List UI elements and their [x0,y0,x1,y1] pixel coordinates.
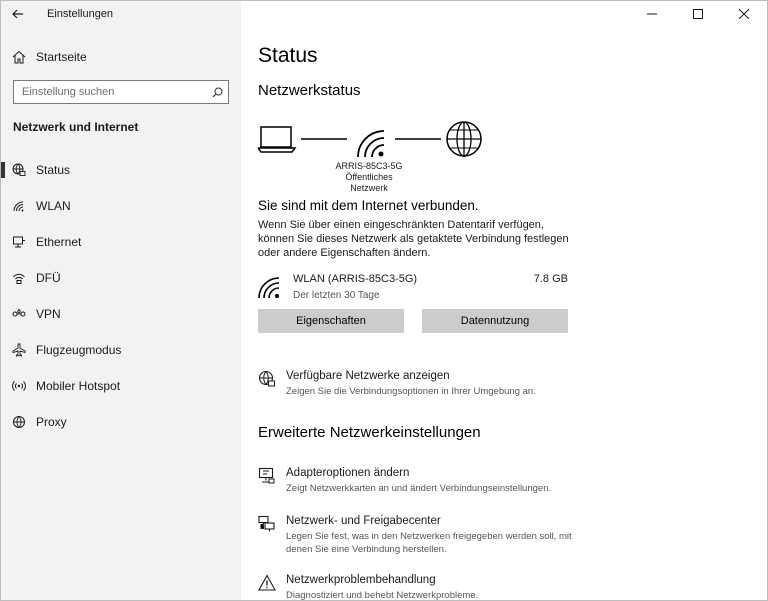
properties-button[interactable]: Eigenschaften [258,309,404,333]
settings-search [13,80,229,104]
sidebar: Einstellungen Startseite Netzwerk und In… [1,1,241,600]
internet-globe-icon [446,121,482,157]
sidebar-item-hotspot[interactable]: Mobiler Hotspot [1,368,241,404]
sidebar-item-label: Flugzeugmodus [36,343,122,357]
minimize-button[interactable] [629,1,675,27]
home-icon [12,50,36,64]
troubleshooter-title: Netzwerkproblembehandlung [286,574,436,586]
adapter-options-subtitle: Zeigt Netzwerkkarten an und ändert Verbi… [286,483,552,494]
network-status-heading: Netzwerkstatus [258,82,361,99]
hotspot-icon [12,379,36,393]
wifi-signal-icon [258,277,280,299]
minimize-icon [647,13,657,15]
close-icon [739,9,749,19]
sharing-center-link[interactable]: Netzwerk- und Freigabecenter Legen Sie f… [258,515,598,559]
sidebar-item-label: DFÜ [36,271,61,285]
network-info: ARRIS-85C3-5G Öffentliches Netzwerk [329,161,409,194]
sidebar-item-label: Status [36,163,71,177]
usage-period: Der letzten 30 Tage [293,290,380,301]
available-networks-subtitle: Zeigen Sie die Verbindungsoptionen in Ih… [286,386,536,397]
sharing-center-title: Netzwerk- und Freigabecenter [286,515,441,527]
globe-lan-icon [258,370,275,387]
available-networks-link[interactable]: Verfügbare Netzwerke anzeigen Zeigen Sie… [258,370,598,400]
wifi-router-icon [357,130,385,158]
troubleshooter-subtitle: Diagnostiziert und behebt Netzwerkproble… [286,590,479,601]
network-type: Öffentliches Netzwerk [345,172,393,193]
home-label: Startseite [36,50,87,64]
page-title: Status [258,44,318,67]
sidebar-item-label: Proxy [36,415,67,429]
adapter-options-title: Adapteroptionen ändern [286,467,410,479]
airplane-icon [12,343,36,357]
sidebar-item-wlan[interactable]: WLAN [1,188,241,224]
sharing-center-subtitle: Legen Sie fest, was in den Netzwerken fr… [286,531,572,555]
sidebar-item-label: Mobiler Hotspot [36,379,121,393]
search-icon [212,87,222,97]
home-link[interactable]: Startseite [1,45,241,69]
globe-network-icon [12,163,36,177]
available-networks-title: Verfügbare Netzwerke anzeigen [286,370,450,382]
warning-icon [258,574,276,591]
sidebar-item-dialup[interactable]: DFÜ [1,260,241,296]
vpn-icon [12,307,36,321]
window-controls [629,1,767,27]
data-usage-button[interactable]: Datennutzung [422,309,568,333]
back-button[interactable] [1,1,35,27]
settings-window: Einstellungen Startseite Netzwerk und In… [0,0,768,601]
data-usage-value: 7.8 GB [533,273,568,285]
app-title: Einstellungen [47,8,114,20]
network-adapter-icon [258,467,275,484]
connection-description: Wenn Sie über einen eingeschränkten Date… [258,219,569,259]
sharing-center-icon [258,515,275,532]
maximize-button[interactable] [675,1,721,27]
search-button[interactable] [206,81,228,103]
advanced-settings-heading: Erweiterte Netzwerkeinstellungen [258,424,481,441]
main-content: Status Netzwerkstatus ARRIS-85C3-5G Öffe… [242,27,767,601]
ethernet-icon [12,235,36,249]
sidebar-item-ethernet[interactable]: Ethernet [1,224,241,260]
section-title: Netzwerk und Internet [13,120,139,134]
laptop-icon [258,126,297,153]
connection-name: WLAN (ARRIS-85C3-5G) [293,273,418,285]
wifi-icon [12,199,36,213]
sidebar-item-proxy[interactable]: Proxy [1,404,241,440]
connection-status: Sie sind mit dem Internet verbunden. [258,198,479,213]
sidebar-item-vpn[interactable]: VPN [1,296,241,332]
back-arrow-icon [12,9,23,19]
search-input[interactable] [14,82,206,102]
troubleshooter-link[interactable]: Netzwerkproblembehandlung Diagnostiziert… [258,574,598,601]
maximize-icon [693,9,703,19]
sidebar-item-label: Ethernet [36,235,82,249]
sidebar-item-airplane[interactable]: Flugzeugmodus [1,332,241,368]
sidebar-nav: Status WLAN Ethernet DFÜ VPN Flugzeugmod… [1,152,241,440]
sidebar-item-status[interactable]: Status [1,152,241,188]
sidebar-item-label: VPN [36,307,61,321]
title-bar: Einstellungen [1,1,241,27]
sidebar-item-label: WLAN [36,199,71,213]
connection-row: WLAN (ARRIS-85C3-5G) Der letzten 30 Tage… [258,271,568,307]
globe-icon [12,415,36,429]
dialup-icon [12,271,36,285]
network-name: ARRIS-85C3-5G [335,161,403,171]
adapter-options-link[interactable]: Adapteroptionen ändern Zeigt Netzwerkkar… [258,467,598,497]
close-button[interactable] [721,1,767,27]
